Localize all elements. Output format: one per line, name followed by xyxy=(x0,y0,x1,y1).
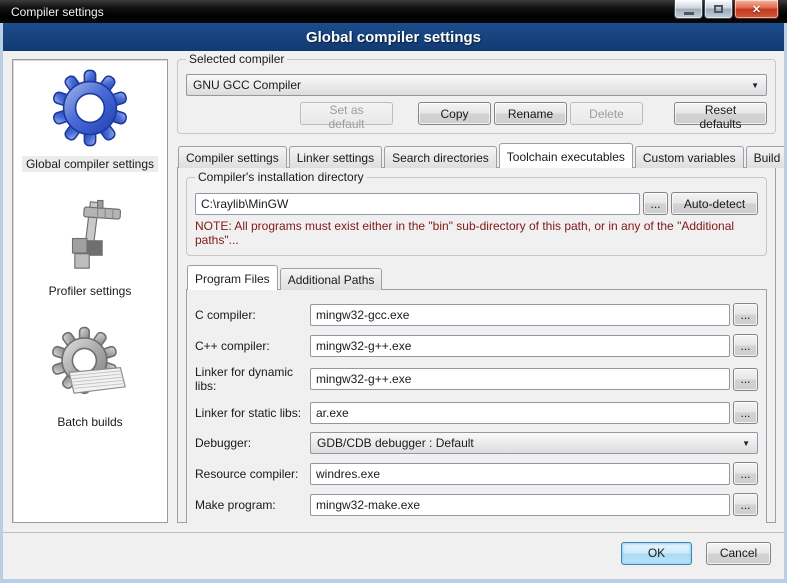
minimize-button[interactable] xyxy=(674,0,703,19)
resource-compiler-input[interactable] xyxy=(310,463,730,485)
window-controls: ✕ xyxy=(674,0,779,19)
make-program-label: Make program: xyxy=(195,498,307,512)
sidebar-item-global-compiler-settings[interactable]: Global compiler settings xyxy=(22,68,158,172)
debugger-label: Debugger: xyxy=(195,436,307,450)
gear-blue-icon xyxy=(50,68,130,151)
static-linker-browse-button[interactable]: ... xyxy=(733,401,758,424)
close-icon: ✕ xyxy=(752,3,761,16)
compiler-select[interactable]: GNU GCC Compiler ▼ xyxy=(186,74,767,96)
caliper-icon xyxy=(52,199,128,278)
maximize-icon xyxy=(714,5,723,13)
debugger-select[interactable]: GDB/CDB debugger : Default ▼ xyxy=(310,432,758,454)
sidebar-item-label: Global compiler settings xyxy=(22,156,158,172)
tab-toolchain-executables[interactable]: Toolchain executables xyxy=(499,143,633,168)
chevron-down-icon: ▼ xyxy=(751,81,759,90)
dynamic-linker-row: Linker for dynamic libs: ... xyxy=(195,365,758,393)
debugger-select-value: GDB/CDB debugger : Default xyxy=(317,436,474,450)
cpp-compiler-input[interactable] xyxy=(310,335,730,357)
sidebar: Global compiler settings xyxy=(12,59,168,523)
make-program-row: Make program: ... xyxy=(195,493,758,516)
set-as-default-button[interactable]: Set as default xyxy=(300,102,393,125)
main-panel: Selected compiler GNU GCC Compiler ▼ Set… xyxy=(177,59,776,523)
toolchain-executables-page: Compiler's installation directory ... Au… xyxy=(177,167,776,523)
selected-compiler-group-label: Selected compiler xyxy=(186,52,287,66)
dynamic-linker-input[interactable] xyxy=(310,368,730,390)
installation-directory-group-label: Compiler's installation directory xyxy=(195,170,367,184)
reset-defaults-button[interactable]: Reset defaults xyxy=(674,102,767,125)
installation-directory-group: Compiler's installation directory ... Au… xyxy=(186,177,767,256)
gear-stack-icon xyxy=(50,326,130,409)
installation-note: NOTE: All programs must exist either in … xyxy=(195,219,758,247)
ok-button[interactable]: OK xyxy=(621,542,692,565)
make-program-browse-button[interactable]: ... xyxy=(733,493,758,516)
compiler-select-value: GNU GCC Compiler xyxy=(193,78,301,92)
cancel-button[interactable]: Cancel xyxy=(706,542,771,565)
close-button[interactable]: ✕ xyxy=(734,0,779,19)
sidebar-item-label: Profiler settings xyxy=(45,283,136,299)
maximize-button[interactable] xyxy=(704,0,733,19)
c-compiler-browse-button[interactable]: ... xyxy=(733,303,758,326)
dialog-footer: OK Cancel xyxy=(3,532,784,579)
dynamic-linker-label: Linker for dynamic libs: xyxy=(195,365,307,393)
tab-program-files[interactable]: Program Files xyxy=(187,265,278,290)
rename-button[interactable]: Rename xyxy=(494,102,567,125)
programs-tabstrip: Program Files Additional Paths xyxy=(186,265,767,290)
tab-compiler-settings[interactable]: Compiler settings xyxy=(178,146,287,168)
title-bar[interactable]: Compiler settings ✕ xyxy=(0,0,787,23)
program-files-page: C compiler: ... C++ compiler: ... Linker… xyxy=(186,289,767,523)
c-compiler-label: C compiler: xyxy=(195,308,307,322)
page-title: Global compiler settings xyxy=(3,23,784,51)
delete-button[interactable]: Delete xyxy=(570,102,643,125)
cpp-compiler-row: C++ compiler: ... xyxy=(195,334,758,357)
sidebar-item-label: Batch builds xyxy=(53,414,126,430)
dialog-content: Global compiler settings xyxy=(3,51,784,523)
resource-compiler-row: Resource compiler: ... xyxy=(195,462,758,485)
static-linker-label: Linker for static libs: xyxy=(195,406,307,420)
programs-notebook: Program Files Additional Paths C compile… xyxy=(186,265,767,514)
resource-compiler-label: Resource compiler: xyxy=(195,467,307,481)
copy-button[interactable]: Copy xyxy=(418,102,491,125)
static-linker-row: Linker for static libs: ... xyxy=(195,401,758,424)
selected-compiler-group: Selected compiler GNU GCC Compiler ▼ Set… xyxy=(177,59,776,134)
sidebar-item-batch-builds[interactable]: Batch builds xyxy=(50,326,130,430)
static-linker-input[interactable] xyxy=(310,402,730,424)
installation-directory-input[interactable] xyxy=(195,193,640,215)
compiler-settings-dialog: Compiler settings ✕ Global compiler sett… xyxy=(0,0,787,583)
c-compiler-input[interactable] xyxy=(310,304,730,326)
tab-additional-paths[interactable]: Additional Paths xyxy=(280,268,383,290)
debugger-row: Debugger: GDB/CDB debugger : Default ▼ xyxy=(195,432,758,454)
chevron-down-icon: ▼ xyxy=(742,439,750,448)
resource-compiler-browse-button[interactable]: ... xyxy=(733,462,758,485)
sidebar-item-profiler-settings[interactable]: Profiler settings xyxy=(45,199,136,299)
cpp-compiler-browse-button[interactable]: ... xyxy=(733,334,758,357)
dynamic-linker-browse-button[interactable]: ... xyxy=(733,368,758,391)
tab-build-options[interactable]: Build options xyxy=(746,146,784,168)
auto-detect-button[interactable]: Auto-detect xyxy=(671,192,758,215)
settings-tabstrip: Compiler settings Linker settings Search… xyxy=(177,143,776,168)
compiler-buttons-row: Set as default Copy Rename Delete Reset … xyxy=(186,102,767,125)
make-program-input[interactable] xyxy=(310,494,730,516)
tab-search-directories[interactable]: Search directories xyxy=(384,146,497,168)
window-title: Compiler settings xyxy=(11,5,104,19)
minimize-icon xyxy=(684,12,694,15)
tab-custom-variables[interactable]: Custom variables xyxy=(635,146,744,168)
installation-directory-browse-button[interactable]: ... xyxy=(643,192,668,215)
tab-linker-settings[interactable]: Linker settings xyxy=(289,146,382,168)
c-compiler-row: C compiler: ... xyxy=(195,303,758,326)
cpp-compiler-label: C++ compiler: xyxy=(195,339,307,353)
installation-directory-row: ... Auto-detect xyxy=(195,192,758,215)
